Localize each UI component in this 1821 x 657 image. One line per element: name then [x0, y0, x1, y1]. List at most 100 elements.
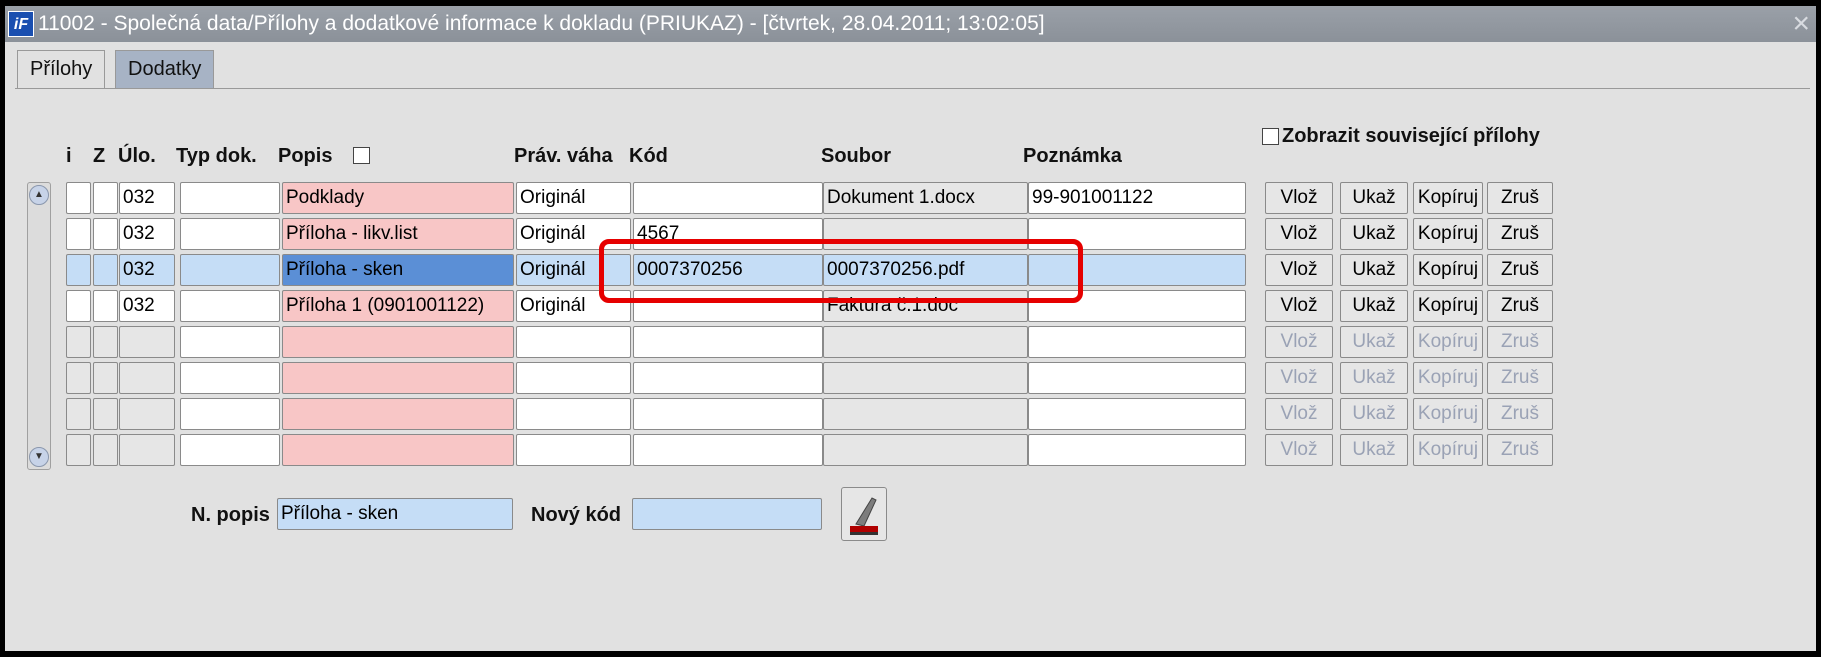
- poznamka-cell[interactable]: 99-901001122: [1028, 182, 1246, 214]
- ulo-cell[interactable]: [119, 326, 175, 358]
- zrus-button[interactable]: Zruš: [1487, 398, 1553, 430]
- prav-vaha-cell[interactable]: [516, 398, 631, 430]
- prav-vaha-cell[interactable]: [516, 362, 631, 394]
- z-cell[interactable]: [93, 254, 118, 286]
- vloz-button[interactable]: Vlož: [1265, 182, 1333, 214]
- vloz-button[interactable]: Vlož: [1265, 362, 1333, 394]
- popis-cell[interactable]: [282, 398, 514, 430]
- kopiruj-button[interactable]: Kopíruj: [1413, 434, 1483, 466]
- i-cell[interactable]: [66, 218, 91, 250]
- popis-cell[interactable]: [282, 362, 514, 394]
- kopiruj-button[interactable]: Kopíruj: [1413, 218, 1483, 250]
- z-cell[interactable]: [93, 326, 118, 358]
- popis-checkbox[interactable]: [353, 147, 370, 164]
- popis-cell[interactable]: Příloha - likv.list: [282, 218, 514, 250]
- i-cell[interactable]: [66, 290, 91, 322]
- ulo-cell[interactable]: 032: [119, 254, 175, 286]
- z-cell[interactable]: [93, 434, 118, 466]
- z-cell[interactable]: [93, 218, 118, 250]
- ukaz-button[interactable]: Ukaž: [1340, 254, 1408, 286]
- typ-dok-cell[interactable]: [180, 254, 280, 286]
- popis-cell[interactable]: Příloha 1 (0901001122): [282, 290, 514, 322]
- z-cell[interactable]: [93, 362, 118, 394]
- typ-dok-cell[interactable]: [180, 218, 280, 250]
- i-cell[interactable]: [66, 182, 91, 214]
- close-icon[interactable]: ×: [1792, 6, 1810, 42]
- poznamka-cell[interactable]: [1028, 398, 1246, 430]
- zrus-button[interactable]: Zruš: [1487, 218, 1553, 250]
- soubor-cell[interactable]: Dokument 1.docx: [823, 182, 1028, 214]
- popis-cell[interactable]: [282, 434, 514, 466]
- soubor-cell[interactable]: [823, 326, 1028, 358]
- ulo-cell[interactable]: [119, 362, 175, 394]
- typ-dok-cell[interactable]: [180, 362, 280, 394]
- vloz-button[interactable]: Vlož: [1265, 434, 1333, 466]
- ukaz-button[interactable]: Ukaž: [1340, 434, 1408, 466]
- ulo-cell[interactable]: [119, 398, 175, 430]
- popis-cell[interactable]: Příloha - sken: [282, 254, 514, 286]
- zrus-button[interactable]: Zruš: [1487, 254, 1553, 286]
- scrollbar[interactable]: ▲ ▼: [27, 182, 51, 470]
- popis-cell[interactable]: [282, 326, 514, 358]
- poznamka-cell[interactable]: [1028, 434, 1246, 466]
- vloz-button[interactable]: Vlož: [1265, 290, 1333, 322]
- kod-cell[interactable]: [633, 398, 823, 430]
- zrus-button[interactable]: Zruš: [1487, 290, 1553, 322]
- i-cell[interactable]: [66, 434, 91, 466]
- kopiruj-button[interactable]: Kopíruj: [1413, 182, 1483, 214]
- i-cell[interactable]: [66, 398, 91, 430]
- tab-prilohy[interactable]: Přílohy: [17, 50, 106, 88]
- z-cell[interactable]: [93, 290, 118, 322]
- kopiruj-button[interactable]: Kopíruj: [1413, 398, 1483, 430]
- vloz-button[interactable]: Vlož: [1265, 218, 1333, 250]
- z-cell[interactable]: [93, 398, 118, 430]
- ukaz-button[interactable]: Ukaž: [1340, 182, 1408, 214]
- i-cell[interactable]: [66, 362, 91, 394]
- ulo-cell[interactable]: 032: [119, 218, 175, 250]
- i-cell[interactable]: [66, 326, 91, 358]
- typ-dok-cell[interactable]: [180, 398, 280, 430]
- poznamka-cell[interactable]: [1028, 362, 1246, 394]
- ulo-cell[interactable]: 032: [119, 182, 175, 214]
- tab-dodatky[interactable]: Dodatky: [115, 50, 215, 88]
- related-attachments-checkbox[interactable]: [1262, 128, 1279, 145]
- scroll-down-icon[interactable]: ▼: [29, 447, 49, 467]
- kopiruj-button[interactable]: Kopíruj: [1413, 254, 1483, 286]
- prav-vaha-cell[interactable]: Originál: [516, 182, 631, 214]
- kopiruj-button[interactable]: Kopíruj: [1413, 326, 1483, 358]
- prav-vaha-cell[interactable]: [516, 326, 631, 358]
- kod-cell[interactable]: [633, 182, 823, 214]
- vloz-button[interactable]: Vlož: [1265, 254, 1333, 286]
- kod-cell[interactable]: [633, 362, 823, 394]
- novy-kod-field[interactable]: [632, 498, 822, 530]
- soubor-cell[interactable]: [823, 398, 1028, 430]
- kopiruj-button[interactable]: Kopíruj: [1413, 290, 1483, 322]
- ukaz-button[interactable]: Ukaž: [1340, 290, 1408, 322]
- zrus-button[interactable]: Zruš: [1487, 182, 1553, 214]
- n-popis-field[interactable]: Příloha - sken: [277, 498, 513, 530]
- typ-dok-cell[interactable]: [180, 290, 280, 322]
- kopiruj-button[interactable]: Kopíruj: [1413, 362, 1483, 394]
- soubor-cell[interactable]: [823, 362, 1028, 394]
- ukaz-button[interactable]: Ukaž: [1340, 326, 1408, 358]
- typ-dok-cell[interactable]: [180, 434, 280, 466]
- kod-cell[interactable]: [633, 434, 823, 466]
- confirm-button[interactable]: [841, 487, 887, 541]
- zrus-button[interactable]: Zruš: [1487, 434, 1553, 466]
- ukaz-button[interactable]: Ukaž: [1340, 362, 1408, 394]
- vloz-button[interactable]: Vlož: [1265, 398, 1333, 430]
- i-cell[interactable]: [66, 254, 91, 286]
- soubor-cell[interactable]: [823, 434, 1028, 466]
- popis-cell[interactable]: Podklady: [282, 182, 514, 214]
- zrus-button[interactable]: Zruš: [1487, 362, 1553, 394]
- ukaz-button[interactable]: Ukaž: [1340, 218, 1408, 250]
- vloz-button[interactable]: Vlož: [1265, 326, 1333, 358]
- typ-dok-cell[interactable]: [180, 326, 280, 358]
- typ-dok-cell[interactable]: [180, 182, 280, 214]
- prav-vaha-cell[interactable]: [516, 434, 631, 466]
- ulo-cell[interactable]: 032: [119, 290, 175, 322]
- kod-cell[interactable]: [633, 326, 823, 358]
- ukaz-button[interactable]: Ukaž: [1340, 398, 1408, 430]
- poznamka-cell[interactable]: [1028, 326, 1246, 358]
- scroll-up-icon[interactable]: ▲: [29, 185, 49, 205]
